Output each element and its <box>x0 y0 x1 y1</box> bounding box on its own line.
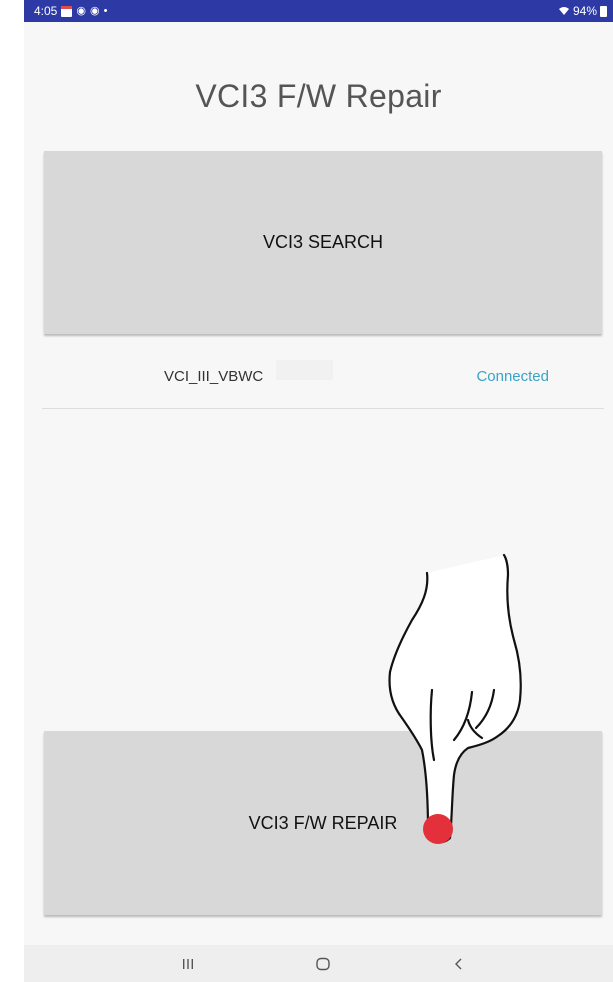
vci3-fw-repair-button[interactable]: VCI3 F/W REPAIR <box>44 731 602 915</box>
screenshot-notification-icon: ◉ <box>76 5 86 17</box>
device-name: VCI_III_VBWC <box>164 368 264 385</box>
recent-apps-icon <box>183 959 193 969</box>
back-button[interactable] <box>447 955 471 973</box>
screenshot-notification-icon-2: ◉ <box>89 5 100 17</box>
more-notifications-dot-icon: • <box>103 5 108 17</box>
page-title: VCI3 F/W Repair <box>195 78 442 114</box>
app-screen: 4:05 ◉ ◉ • 94% VCI3 F/W Repair VCI3 SEAR… <box>24 0 613 982</box>
status-right: 94% <box>558 4 607 18</box>
status-time: 4:05 <box>34 4 58 18</box>
vci3-search-button[interactable]: VCI3 SEARCH <box>44 151 602 334</box>
recent-apps-button[interactable] <box>176 955 200 973</box>
battery-percent: 94% <box>572 4 597 18</box>
connection-status: Connected <box>476 368 549 385</box>
device-list-item[interactable]: VCI_III_VBWC Connected <box>42 352 604 409</box>
vci3-search-label: VCI3 SEARCH <box>262 232 384 252</box>
status-left: 4:05 ◉ ◉ • <box>34 4 107 18</box>
vci3-fw-repair-label: VCI3 F/W REPAIR <box>248 812 398 833</box>
back-icon <box>455 958 462 970</box>
redacted-serial-box <box>276 360 333 380</box>
wifi-icon <box>558 7 569 15</box>
home-icon <box>316 957 330 971</box>
calendar-notification-icon <box>61 5 73 17</box>
navigation-bar <box>24 945 613 982</box>
home-button[interactable] <box>311 955 335 973</box>
status-bar: 4:05 ◉ ◉ • 94% <box>24 0 613 22</box>
battery-icon <box>600 5 607 17</box>
